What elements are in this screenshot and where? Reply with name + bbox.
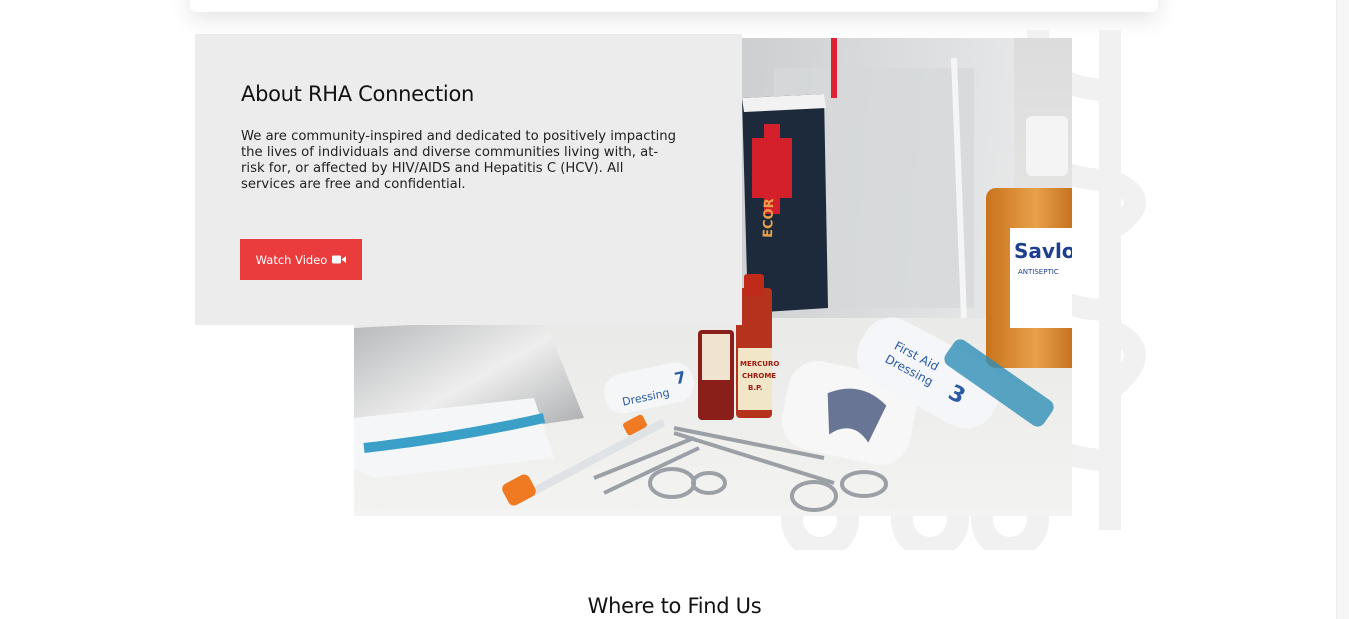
vial-label-2: CHROME [742, 372, 776, 380]
about-title: About RHA Connection [241, 82, 475, 106]
bottle-label: Savlon [1014, 239, 1072, 263]
where-to-find-us-title: Where to Find Us [587, 594, 762, 618]
scrollbar[interactable] [1336, 0, 1349, 619]
video-camera-icon [332, 255, 347, 264]
watch-video-label: Watch Video [255, 252, 328, 267]
vial-label-1: MERCURO [740, 360, 779, 368]
header-card [190, 0, 1158, 12]
bottle-sublabel: ANTISEPTIC [1018, 268, 1059, 276]
page: ECOR Savlon ANTISEPTIC MERCURO CHROME B.… [0, 0, 1349, 619]
about-card: About RHA Connection We are community-in… [195, 34, 742, 325]
about-description: We are community-inspired and dedicated … [241, 129, 677, 192]
vial-label-3: B.P. [748, 384, 763, 392]
watch-video-button[interactable]: Watch Video [240, 239, 362, 280]
box-label: ECOR [761, 198, 777, 238]
